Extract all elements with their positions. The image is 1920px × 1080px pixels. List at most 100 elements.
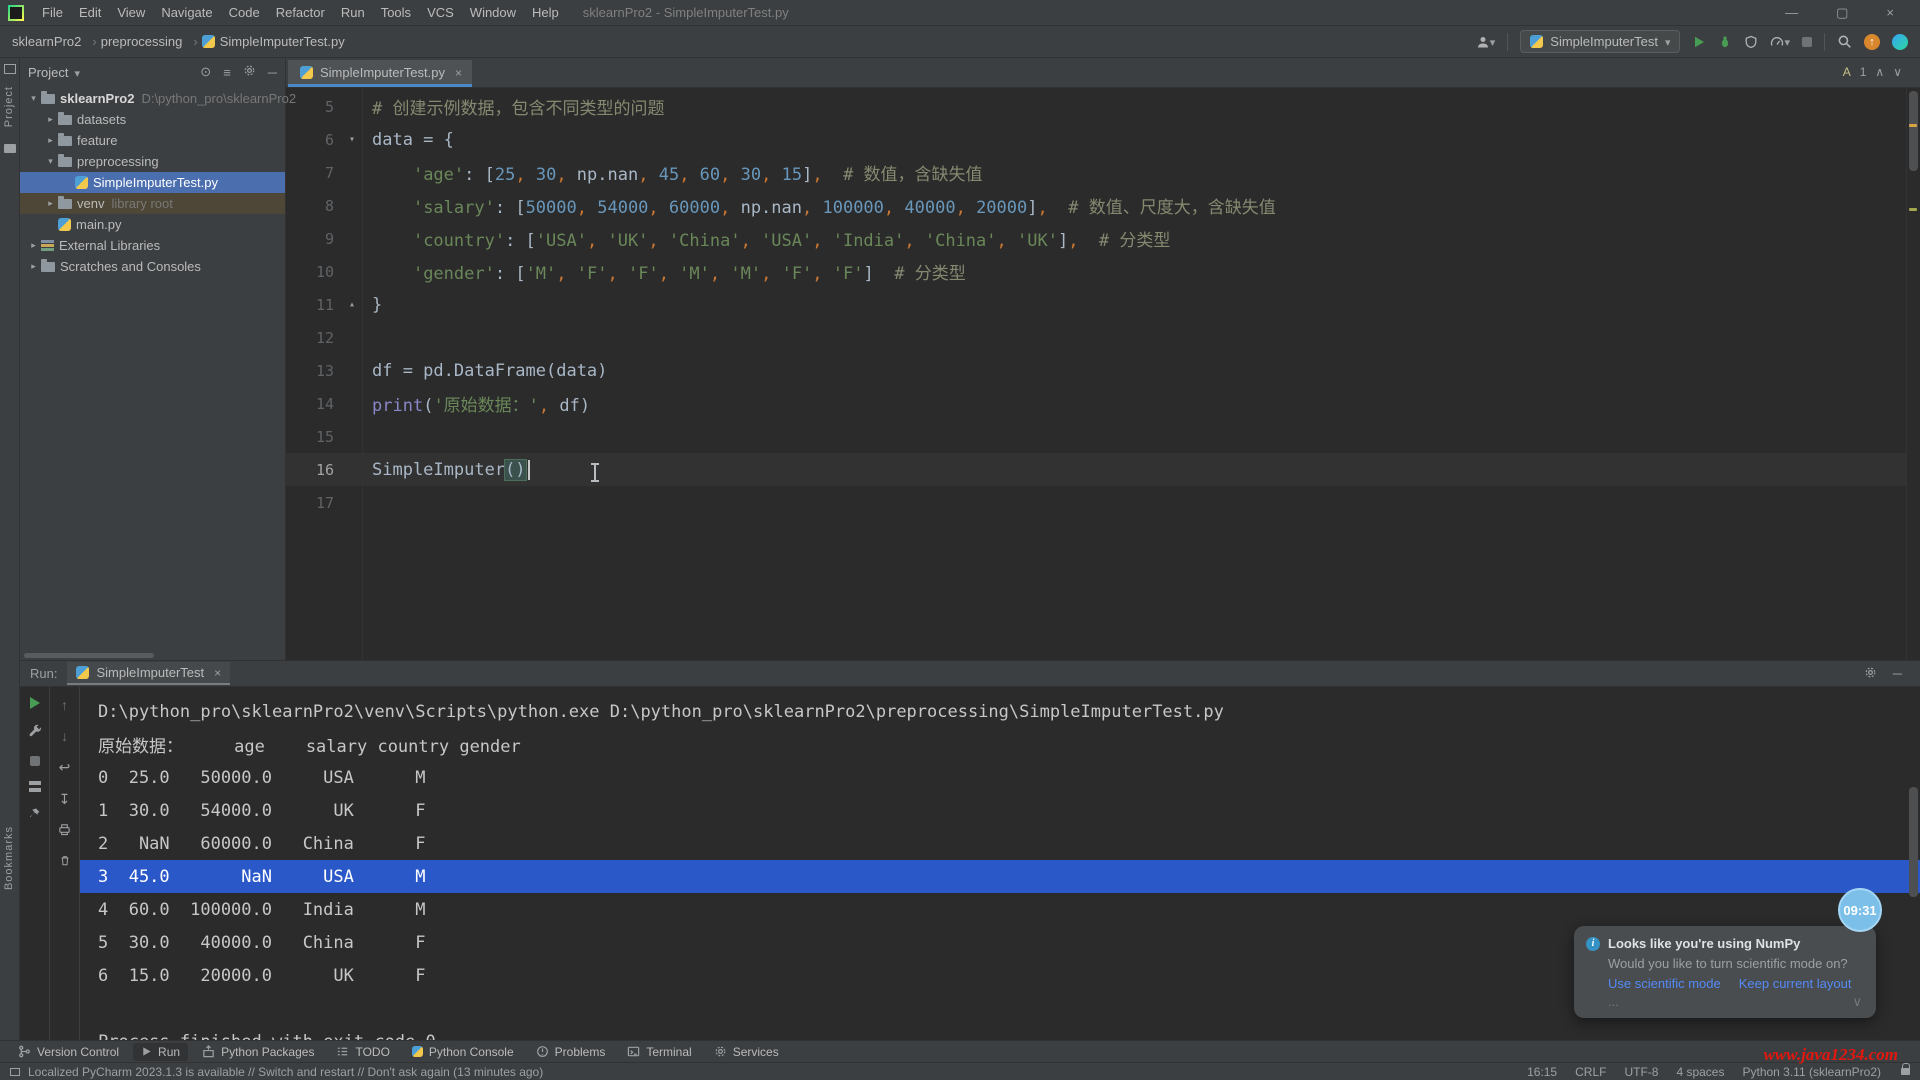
- console-line[interactable]: 2 NaN 60000.0 China F: [98, 827, 1920, 860]
- chevron-icon[interactable]: ▸: [43, 114, 58, 125]
- sidebar-item-project[interactable]: Project: [3, 86, 15, 127]
- run-configuration-select[interactable]: SimpleImputerTest: [1520, 30, 1680, 53]
- chevron-icon[interactable]: ▸: [43, 198, 58, 209]
- toolwindow-version-control[interactable]: Version Control: [10, 1043, 127, 1061]
- menu-navigate[interactable]: Navigate: [153, 3, 220, 22]
- code-line-12[interactable]: 12: [286, 321, 1906, 354]
- file-encoding[interactable]: UTF-8: [1624, 1065, 1658, 1079]
- code-line-6[interactable]: 6▾data = {: [286, 123, 1906, 156]
- chevron-down-icon[interactable]: ∨: [1852, 994, 1862, 1010]
- down-stack-trace-icon[interactable]: ↓: [61, 728, 68, 744]
- debug-button[interactable]: [1718, 35, 1732, 49]
- tab-simpleimputertest[interactable]: SimpleImputerTest.py ×: [288, 60, 472, 87]
- menu-run[interactable]: Run: [333, 3, 373, 22]
- horizontal-scrollbar[interactable]: [24, 653, 154, 658]
- run-tab[interactable]: SimpleImputerTest ×: [67, 662, 230, 685]
- console-line[interactable]: 1 30.0 54000.0 UK F: [98, 794, 1920, 827]
- user-icon[interactable]: [1476, 34, 1496, 49]
- close-icon[interactable]: ×: [455, 66, 462, 80]
- print-icon[interactable]: [58, 823, 71, 839]
- tree-item-feature[interactable]: ▸feature: [20, 130, 285, 151]
- clear-console-icon[interactable]: [59, 854, 71, 870]
- console-line[interactable]: Process finished with exit code 0: [98, 1025, 1920, 1040]
- error-stripe[interactable]: [1906, 88, 1920, 660]
- warning-mark[interactable]: [1909, 208, 1917, 211]
- stop-icon[interactable]: [30, 756, 40, 766]
- breadcrumb-simpleimputertest-py[interactable]: SimpleImputerTest.py: [202, 34, 345, 49]
- tree-item-scratches-and-consoles[interactable]: ▸Scratches and Consoles: [20, 256, 285, 277]
- code-line-13[interactable]: 13df = pd.DataFrame(data): [286, 354, 1906, 387]
- tree-item-datasets[interactable]: ▸datasets: [20, 109, 285, 130]
- console-line[interactable]: D:\python_pro\sklearnPro2\venv\Scripts\p…: [98, 695, 1920, 728]
- toolwindow-python-console[interactable]: Python Console: [404, 1043, 522, 1061]
- caret-position[interactable]: 16:15: [1527, 1065, 1557, 1079]
- menu-code[interactable]: Code: [221, 3, 268, 22]
- code-line-10[interactable]: 10 'gender': ['M', 'F', 'F', 'M', 'M', '…: [286, 255, 1906, 288]
- minimize-icon[interactable]: —: [1785, 5, 1798, 20]
- toolwindow-run[interactable]: Run: [133, 1043, 188, 1061]
- scrollbar-thumb[interactable]: [1909, 91, 1918, 171]
- next-problem-icon[interactable]: ∨: [1893, 65, 1902, 79]
- pin-tab-icon[interactable]: [28, 807, 41, 823]
- python-interpreter[interactable]: Python 3.11 (sklearnPro2): [1742, 1065, 1881, 1079]
- maximize-icon[interactable]: ▢: [1836, 5, 1848, 21]
- rerun-icon[interactable]: [30, 697, 40, 709]
- toolwindow-todo[interactable]: TODO: [328, 1043, 397, 1061]
- locate-file-icon[interactable]: ⊙: [200, 64, 211, 80]
- prev-problem-icon[interactable]: ∧: [1875, 65, 1884, 79]
- soft-wrap-icon[interactable]: ↩: [59, 759, 71, 776]
- event-log-icon[interactable]: [10, 1068, 20, 1076]
- gear-icon[interactable]: [243, 64, 256, 80]
- toolwindow-python-packages[interactable]: Python Packages: [194, 1043, 322, 1061]
- toolwindow-terminal[interactable]: Terminal: [619, 1043, 699, 1061]
- update-available-icon[interactable]: ↑: [1864, 34, 1880, 50]
- fold-marker-icon[interactable]: ▴: [342, 299, 362, 310]
- menu-window[interactable]: Window: [462, 3, 524, 22]
- status-message[interactable]: Localized PyCharm 2023.1.3 is available …: [28, 1065, 543, 1079]
- up-stack-trace-icon[interactable]: ↑: [61, 697, 68, 713]
- lock-icon[interactable]: [1901, 1068, 1910, 1075]
- code-line-17[interactable]: 17: [286, 486, 1906, 519]
- tree-item-simpleimputertest-py[interactable]: SimpleImputerTest.py: [20, 172, 285, 193]
- restore-layout-icon[interactable]: [29, 781, 41, 792]
- sidebar-item-bookmarks[interactable]: Bookmarks: [3, 826, 15, 890]
- use-scientific-mode-link[interactable]: Use scientific mode: [1608, 976, 1721, 991]
- code-line-14[interactable]: 14print('原始数据：', df): [286, 387, 1906, 420]
- breadcrumb-preprocessing[interactable]: preprocessing: [101, 34, 198, 49]
- code-line-5[interactable]: 5# 创建示例数据，包含不同类型的问题: [286, 90, 1906, 123]
- gear-icon[interactable]: [1864, 666, 1877, 682]
- coverage-button[interactable]: [1744, 35, 1758, 49]
- code-area[interactable]: 5# 创建示例数据，包含不同类型的问题6▾data = {7 'age': [2…: [286, 88, 1906, 660]
- hide-panel-icon[interactable]: ─: [268, 65, 277, 80]
- scroll-to-end-icon[interactable]: ↧: [59, 791, 71, 808]
- notification-numpy[interactable]: i Looks like you're using NumPy Would yo…: [1574, 926, 1876, 1018]
- chevron-icon[interactable]: ▸: [26, 261, 41, 272]
- console-line[interactable]: 原始数据： age salary country gender: [98, 728, 1920, 761]
- folder-icon[interactable]: [4, 144, 16, 153]
- code-line-11[interactable]: 11▴}: [286, 288, 1906, 321]
- menu-edit[interactable]: Edit: [71, 3, 109, 22]
- toolwindow-problems[interactable]: Problems: [528, 1043, 614, 1061]
- editor-body[interactable]: 5# 创建示例数据，包含不同类型的问题6▾data = {7 'age': [2…: [286, 88, 1920, 660]
- more-options[interactable]: ...: [1608, 994, 1619, 1010]
- window-icon[interactable]: [4, 64, 16, 74]
- console-line[interactable]: 3 45.0 NaN USA M: [80, 860, 1920, 893]
- breadcrumb-sklearnpro2[interactable]: sklearnPro2: [12, 34, 97, 49]
- code-line-8[interactable]: 8 'salary': [50000, 54000, 60000, np.nan…: [286, 189, 1906, 222]
- code-line-9[interactable]: 9 'country': ['USA', 'UK', 'China', 'USA…: [286, 222, 1906, 255]
- collapse-all-icon[interactable]: ≡: [223, 65, 231, 80]
- fold-marker-icon[interactable]: ▾: [342, 134, 362, 145]
- code-line-15[interactable]: 15: [286, 420, 1906, 453]
- keep-current-layout-link[interactable]: Keep current layout: [1739, 976, 1852, 991]
- chevron-icon[interactable]: ▾: [43, 156, 58, 167]
- chevron-icon[interactable]: ▾: [26, 93, 41, 104]
- tree-item-preprocessing[interactable]: ▾preprocessing: [20, 151, 285, 172]
- menu-view[interactable]: View: [109, 3, 153, 22]
- code-with-me-icon[interactable]: [1892, 34, 1908, 50]
- menu-file[interactable]: File: [34, 3, 71, 22]
- tree-item-external-libraries[interactable]: ▸External Libraries: [20, 235, 285, 256]
- menu-help[interactable]: Help: [524, 3, 567, 22]
- search-everywhere-button[interactable]: [1837, 34, 1852, 49]
- chevron-icon[interactable]: ▸: [26, 240, 41, 251]
- code-line-16[interactable]: 16SimpleImputer(): [286, 453, 1906, 486]
